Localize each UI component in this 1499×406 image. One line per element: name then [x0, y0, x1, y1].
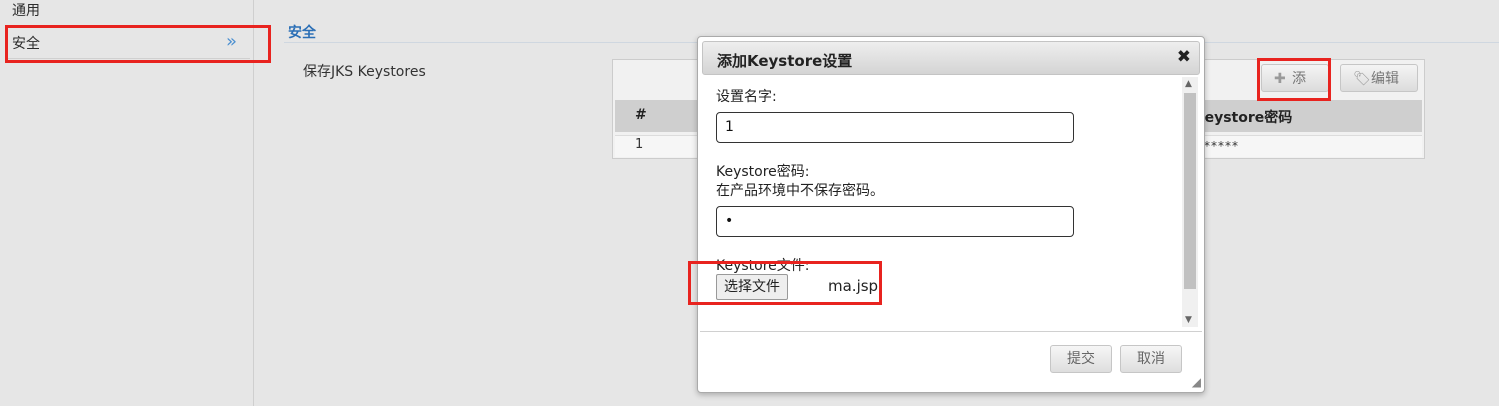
- highlight-box-add: [1257, 58, 1331, 101]
- password-field[interactable]: •: [716, 206, 1074, 237]
- scroll-thumb[interactable]: [1184, 93, 1196, 289]
- edit-button[interactable]: 🏷︎ 编辑: [1340, 64, 1418, 92]
- column-header-index[interactable]: #: [635, 107, 647, 123]
- dialog-title: 添加Keystore设置: [717, 52, 853, 70]
- dialog-titlebar[interactable]: 添加Keystore设置 ✖: [702, 41, 1200, 75]
- highlight-box-file: [688, 261, 882, 305]
- close-icon[interactable]: ✖: [1177, 47, 1191, 67]
- password-label: Keystore密码:: [716, 164, 810, 180]
- name-field[interactable]: 1: [716, 112, 1074, 143]
- name-label: 设置名字:: [716, 89, 777, 105]
- dialog-footer-divider: [700, 331, 1202, 332]
- column-header-password[interactable]: Keystore密码: [1194, 107, 1292, 127]
- edit-button-label: 编辑: [1371, 71, 1399, 87]
- add-keystore-dialog: 添加Keystore设置 ✖ 设置名字: 1 Keystore密码: 在产品环境…: [697, 36, 1205, 393]
- scroll-down-icon[interactable]: ▼: [1185, 315, 1192, 325]
- dialog-scrollbar[interactable]: ▲ ▼: [1182, 77, 1198, 327]
- password-hint: 在产品环境中不保存密码。: [716, 183, 884, 199]
- resize-grip-icon[interactable]: ◢: [1192, 375, 1201, 389]
- table-cell-index: 1: [635, 137, 644, 152]
- tag-icon: 🏷︎: [1353, 71, 1371, 87]
- keystores-field-label: 保存JKS Keystores: [303, 64, 426, 80]
- submit-button[interactable]: 提交: [1050, 345, 1112, 373]
- section-title: 安全: [288, 25, 316, 41]
- scroll-up-icon[interactable]: ▲: [1185, 79, 1192, 89]
- cancel-button[interactable]: 取消: [1120, 345, 1182, 373]
- sidebar-item-general[interactable]: 通用: [12, 0, 40, 20]
- highlight-box-security: [5, 25, 271, 63]
